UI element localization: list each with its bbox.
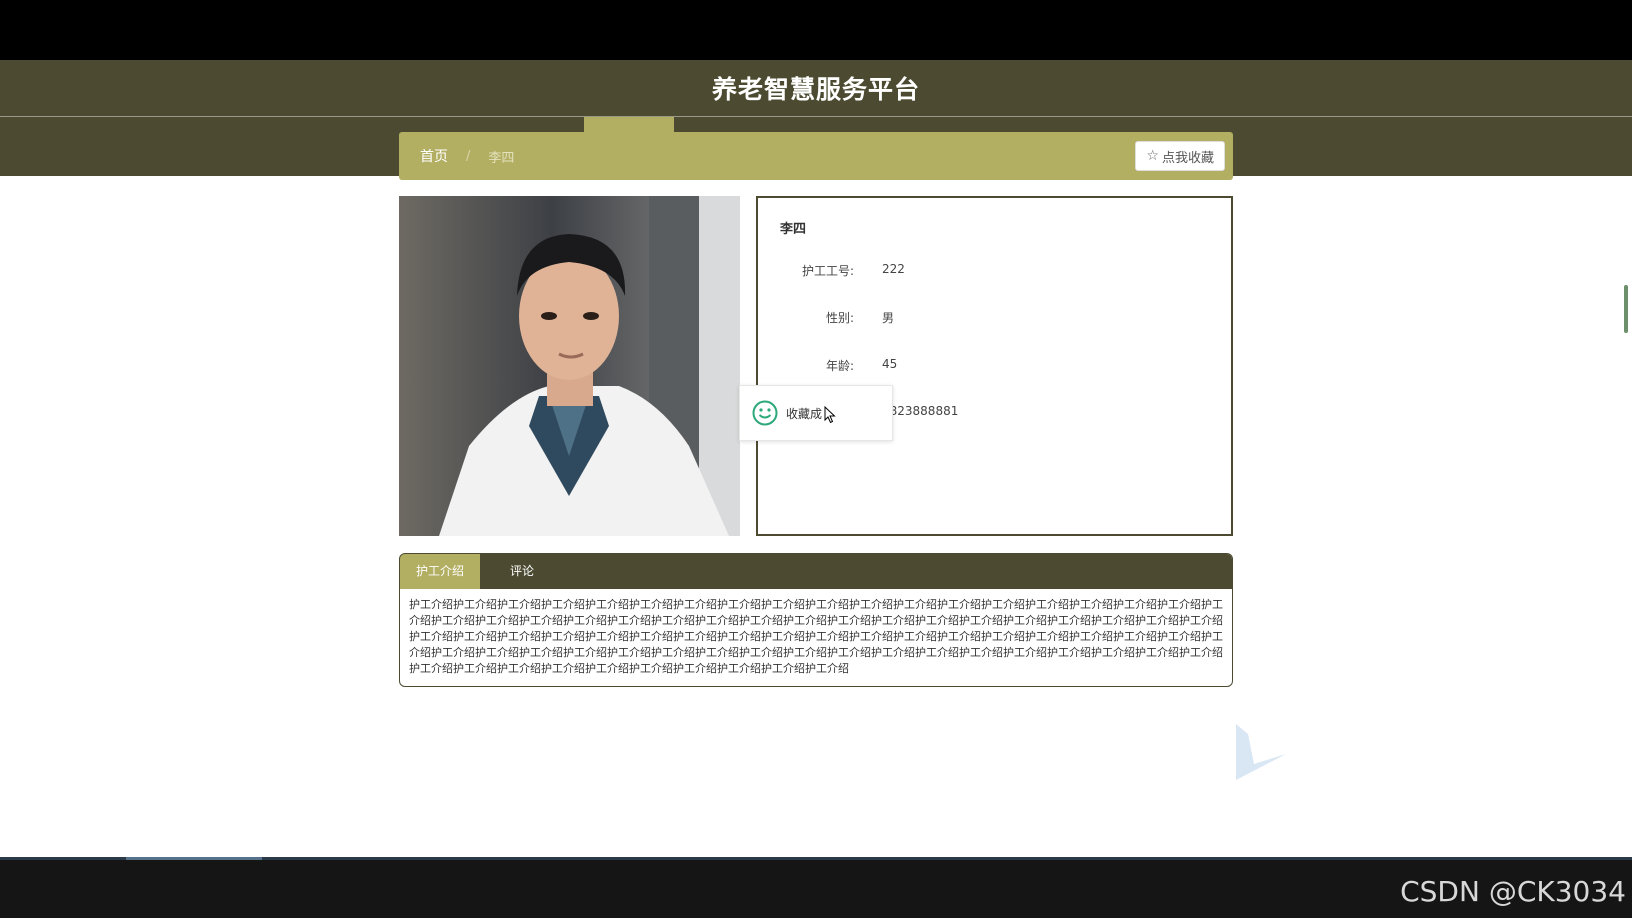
favorite-success-toast: 收藏成 bbox=[739, 385, 893, 441]
info-value: 45 bbox=[882, 357, 898, 371]
breadcrumb-home-link[interactable]: 首页 bbox=[420, 146, 448, 166]
playback-progress[interactable] bbox=[126, 857, 262, 860]
nurse-photo bbox=[399, 196, 740, 536]
tab-content-intro: 护工介绍护工介绍护工介绍护工介绍护工介绍护工介绍护工介绍护工介绍护工介绍护工介绍… bbox=[409, 598, 1223, 675]
back-to-top-arrow-icon[interactable] bbox=[1234, 720, 1290, 784]
info-row-gender: 性别: 男 bbox=[758, 309, 894, 326]
breadcrumb-separator: / bbox=[466, 148, 471, 164]
info-value: 3823888881 bbox=[882, 404, 959, 418]
tab-bar: 护工介绍 评论 bbox=[400, 554, 1232, 589]
breadcrumb: 首页 / 李四 ☆ 点我收藏 bbox=[399, 132, 1233, 180]
nurse-name: 李四 bbox=[780, 222, 807, 237]
site-title: 养老智慧服务平台 bbox=[711, 75, 920, 104]
site-header: 养老智慧服务平台 bbox=[0, 60, 1632, 117]
info-label: 护工工号: bbox=[801, 264, 854, 278]
nurse-photo-image bbox=[399, 196, 740, 536]
page-scrollbar-thumb[interactable] bbox=[1624, 285, 1628, 333]
info-label: 年龄: bbox=[825, 359, 854, 373]
nurse-info-panel: 李四 护工工号: 222 性别: 男 年龄: 45 3823888881 bbox=[756, 196, 1233, 536]
info-row-age: 年龄: 45 bbox=[758, 357, 897, 374]
favorite-button[interactable]: ☆ 点我收藏 bbox=[1135, 141, 1225, 171]
toast-text: 收藏成 bbox=[786, 406, 823, 421]
info-value: 222 bbox=[882, 262, 905, 276]
favorite-button-label: 点我收藏 bbox=[1161, 150, 1214, 166]
mouse-cursor-icon bbox=[824, 406, 836, 424]
info-row-employee-id: 护工工号: 222 bbox=[758, 262, 905, 279]
star-outline-icon: ☆ bbox=[1146, 148, 1159, 164]
smile-icon bbox=[752, 400, 778, 426]
tab-nurse-intro[interactable]: 护工介绍 bbox=[400, 554, 480, 589]
tab-comments[interactable]: 评论 bbox=[480, 554, 550, 589]
detail-tabs: 护工介绍 评论 护工介绍护工介绍护工介绍护工介绍护工介绍护工介绍护工介绍护工介绍… bbox=[399, 553, 1233, 687]
watermark: CSDN @CK3034 bbox=[1400, 875, 1626, 908]
video-bottom-bar: CSDN @CK3034 bbox=[0, 857, 1632, 918]
info-label: 性别: bbox=[825, 311, 854, 325]
info-value: 男 bbox=[882, 311, 895, 325]
breadcrumb-current: 李四 bbox=[488, 150, 515, 166]
